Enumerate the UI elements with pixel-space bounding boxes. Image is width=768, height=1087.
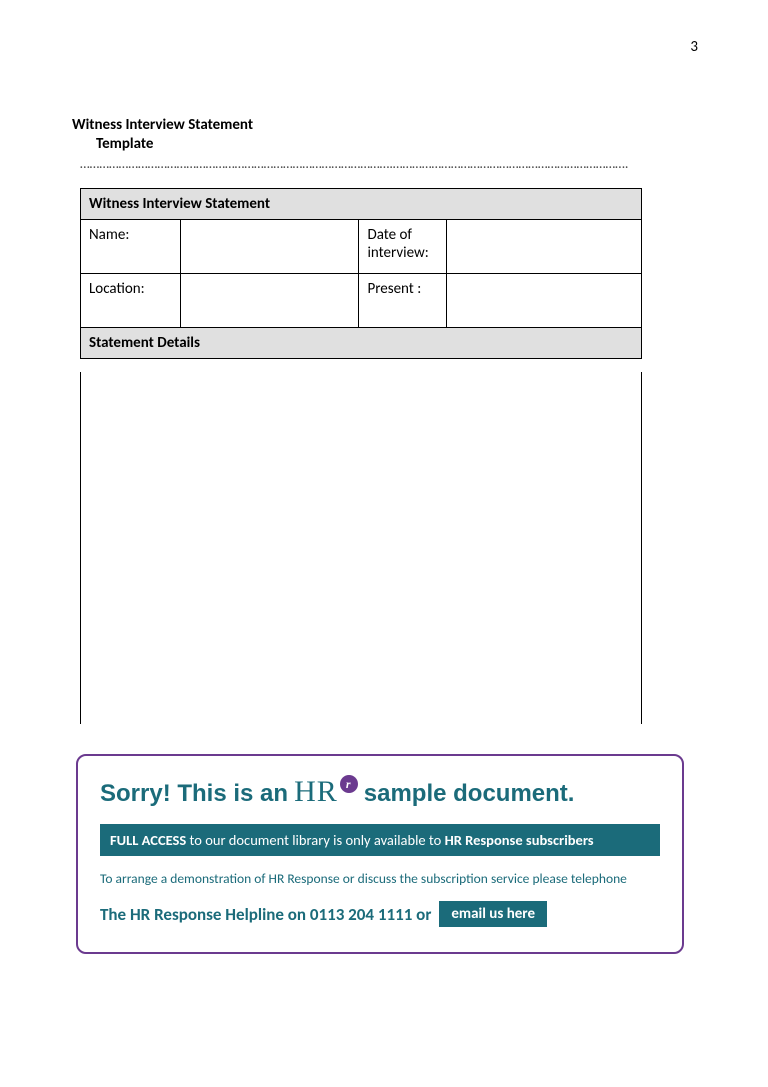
page-number: 3: [690, 38, 698, 56]
promo-box: Sorry! This is an HR r sample document. …: [76, 754, 684, 954]
form-row-name: Name: Date of interview:: [81, 220, 642, 274]
date-label: Date of interview:: [359, 220, 447, 274]
access-mid: to our document library is only availabl…: [186, 831, 444, 849]
name-label: Name:: [81, 220, 181, 274]
helpline-text: The HR Response Helpline on 0113 204 111…: [100, 904, 431, 925]
hr-logo-text: HR: [294, 774, 338, 810]
promo-headline-b: sample document.: [364, 780, 575, 809]
email-us-button[interactable]: email us here: [439, 901, 547, 927]
promo-headline: Sorry! This is an HR r sample document.: [100, 774, 660, 810]
document-title: Witness Interview Statement: [72, 116, 253, 134]
date-value: [447, 220, 642, 274]
witness-form-table: Witness Interview Statement Name: Date o…: [80, 188, 642, 359]
present-value: [447, 274, 642, 328]
location-label: Location:: [81, 274, 181, 328]
form-header-row: Witness Interview Statement: [81, 189, 642, 220]
access-bold2: HR Response subscribers: [445, 831, 594, 849]
name-value: [180, 220, 359, 274]
location-value: [180, 274, 359, 328]
document-subtitle: Template: [96, 135, 153, 153]
form-header: Witness Interview Statement: [81, 189, 642, 220]
access-bar: FULL ACCESS to our document library is o…: [100, 824, 660, 856]
present-label: Present :: [359, 274, 447, 328]
statement-details-area: [80, 372, 642, 724]
promo-headline-a: Sorry! This is an: [100, 780, 288, 809]
helpline-row: The HR Response Helpline on 0113 204 111…: [100, 901, 660, 927]
access-bold1: FULL ACCESS: [110, 831, 186, 849]
statement-details-header: Statement Details: [81, 328, 642, 359]
hr-logo: HR r: [294, 774, 358, 810]
hr-logo-badge-icon: r: [340, 775, 358, 793]
section-header-row: Statement Details: [81, 328, 642, 359]
demo-text: To arrange a demonstration of HR Respons…: [100, 870, 660, 887]
form-row-location: Location: Present :: [81, 274, 642, 328]
dotted-separator: …………………………………………………………………………………….……………………: [80, 155, 690, 172]
